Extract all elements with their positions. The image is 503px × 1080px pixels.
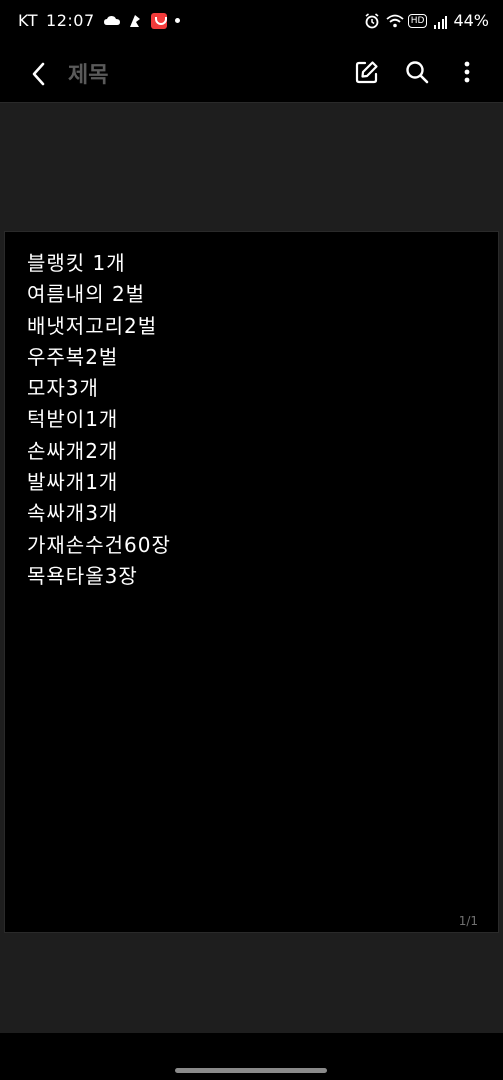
more-notifications-icon xyxy=(174,18,180,23)
edit-icon xyxy=(355,61,378,84)
note-title[interactable]: 제목 xyxy=(68,57,108,89)
status-left: KT 12:07 xyxy=(18,11,180,30)
edit-button[interactable] xyxy=(351,56,383,88)
chevron-left-icon xyxy=(32,62,45,86)
wifi-icon xyxy=(386,13,404,29)
hd-voice-icon: HD xyxy=(407,13,428,28)
list-item: 목욕타올3장 xyxy=(27,563,138,588)
back-button[interactable] xyxy=(24,58,56,90)
more-options-button[interactable] xyxy=(451,56,483,88)
battery-indicator: 44% xyxy=(453,11,489,30)
list-item: 턱받이1개 xyxy=(27,407,119,432)
list-item: 블랭킷 1개 xyxy=(27,251,126,275)
page-indicator: 1/1 xyxy=(458,914,478,928)
list-item: 여름내의 2벌 xyxy=(27,282,146,307)
search-icon xyxy=(406,61,429,84)
app-bar: 제목 xyxy=(0,46,503,102)
carrier-label: KT xyxy=(18,11,39,30)
cloud-icon xyxy=(103,13,120,29)
more-vertical-icon xyxy=(464,61,470,83)
battery-level: 44% xyxy=(453,11,489,30)
shopping-app-icon xyxy=(150,12,167,29)
list-item: 배냇저고리2벌 xyxy=(27,313,158,338)
signal-icon xyxy=(433,14,448,29)
home-indicator[interactable] xyxy=(175,1068,327,1073)
clock: 12:07 xyxy=(46,11,95,30)
note-page[interactable]: 블랭킷 1개 여름내의 2벌 배냇저고리2벌 우주복2벌 모자3개 턱받이1개 … xyxy=(4,231,499,933)
toolbar-actions xyxy=(351,56,483,88)
list-item: 발싸개1개 xyxy=(27,470,119,495)
alarm-icon xyxy=(364,12,380,29)
list-item: 모자3개 xyxy=(27,376,99,401)
list-item: 우주복2벌 xyxy=(27,344,119,369)
list-item: 손싸개2개 xyxy=(27,438,119,463)
notification-icon xyxy=(127,13,143,29)
status-bar: KT 12:07 HD 44% xyxy=(0,0,503,46)
list-item: 가재손수건60장 xyxy=(27,532,171,557)
status-right: HD 44% xyxy=(364,11,489,30)
handwritten-list: 블랭킷 1개 여름내의 2벌 배냇저고리2벌 우주복2벌 모자3개 턱받이1개 … xyxy=(27,248,171,592)
search-button[interactable] xyxy=(401,56,433,88)
list-item: 속싸개3개 xyxy=(27,501,119,526)
